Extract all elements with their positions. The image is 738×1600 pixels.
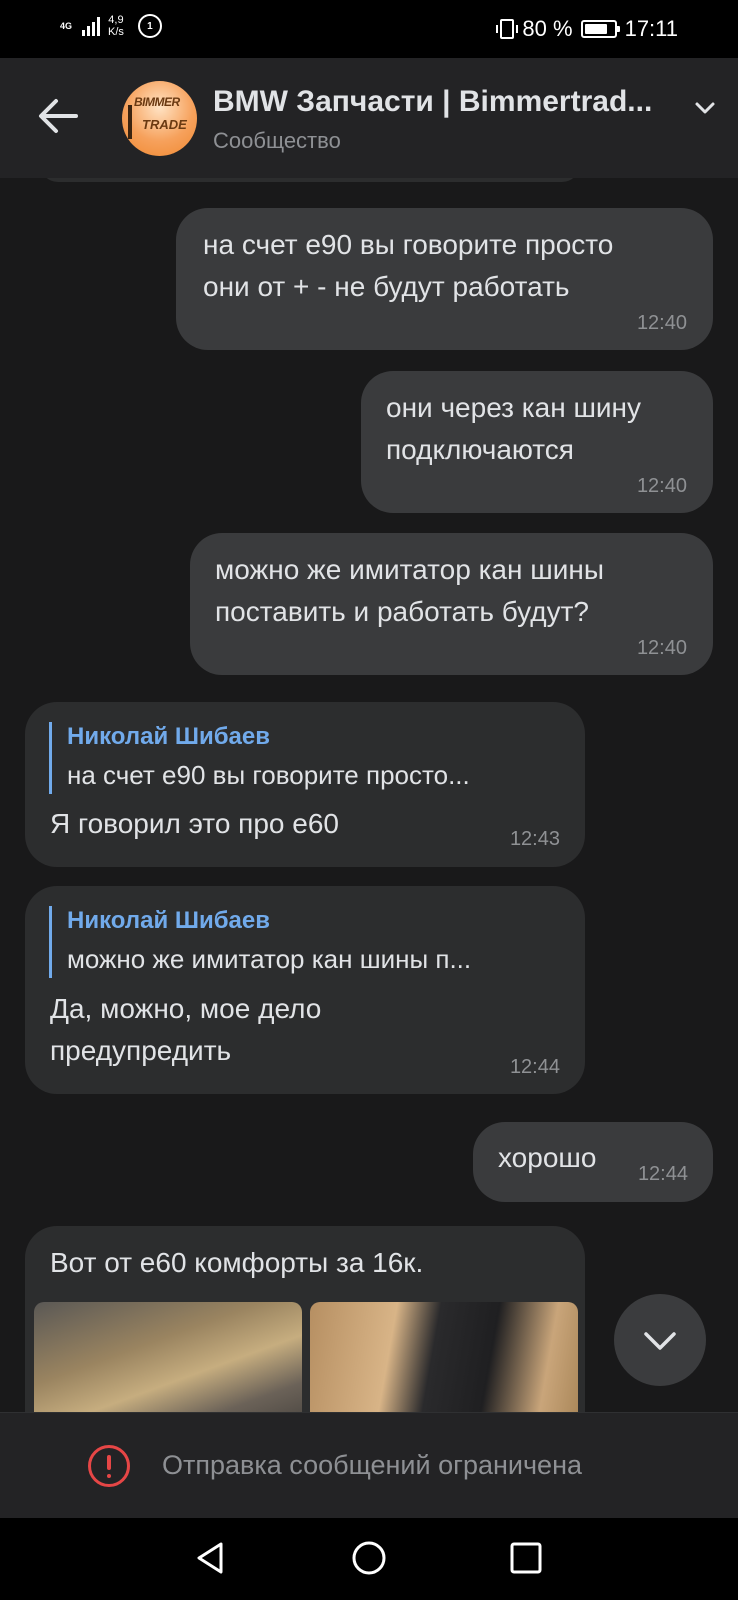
outgoing-message[interactable]: они через кан шину подключаются 12:40	[361, 371, 713, 513]
scroll-down-button[interactable]	[614, 1294, 706, 1386]
chevron-down-icon[interactable]	[693, 98, 717, 118]
network-speed: 4,9 K/s	[108, 14, 124, 38]
message-line: подключаются	[386, 434, 574, 465]
reply-text: можно же имитатор кан шины п...	[67, 944, 472, 974]
palm-tree-icon	[128, 105, 132, 139]
message-text: можно же имитатор кан шины поставить и р…	[215, 549, 604, 633]
message-line: поставить и работать будут?	[215, 596, 589, 627]
message-time: 12:40	[636, 637, 687, 659]
message-line: хорошо	[498, 1142, 597, 1173]
vibrate-icon	[496, 19, 519, 39]
message-text: Я говорил это про е60	[50, 803, 339, 845]
battery-percent: 80 %	[522, 16, 573, 41]
signal-icon	[82, 16, 100, 36]
avatar-logo-bottom: TRADE	[142, 117, 187, 132]
notification-badge-icon: 1	[137, 14, 162, 38]
network-type: 4G	[60, 20, 73, 31]
message-text: на счет е90 вы говорите просто они от + …	[203, 224, 613, 308]
clock: 17:11	[624, 16, 678, 41]
chat-header: BIMMER TRADE BMW Запчасти | Bimmertrad..…	[0, 58, 738, 178]
messaging-restricted-bar: Отправка сообщений ограничена	[0, 1412, 738, 1518]
arrow-left-icon[interactable]	[36, 96, 80, 136]
chat-title[interactable]: BMW Запчасти | Bimmertrad...	[213, 85, 673, 119]
triangle-back-icon[interactable]	[191, 1538, 231, 1578]
outgoing-message[interactable]: на счет е90 вы говорите просто они от + …	[176, 208, 713, 350]
message-time: 12:44	[637, 1163, 688, 1185]
reply-author: Николай Шибаев	[67, 723, 271, 750]
message-time: 12:44	[509, 1056, 560, 1078]
message-line: Вот от е60 комфорты за 16к.	[50, 1247, 424, 1278]
message-text: хорошо	[498, 1137, 596, 1179]
message-line: предупредить	[50, 1035, 232, 1066]
message-time: 12:43	[509, 828, 560, 850]
incoming-message[interactable]: Николай Шибаев на счет е90 вы говорите п…	[25, 702, 585, 867]
message-text: они через кан шину подключаются	[386, 387, 641, 471]
photo-attachment[interactable]	[310, 1302, 578, 1412]
status-left: 4G 4,9 K/s 1	[60, 14, 162, 38]
battery-icon	[580, 20, 620, 38]
exclamation-circle-icon	[88, 1445, 130, 1487]
reply-author: Николай Шибаев	[67, 907, 271, 934]
photo-attachment[interactable]	[34, 1302, 302, 1412]
square-recents-icon[interactable]	[506, 1538, 546, 1578]
message-text: Да, можно, мое дело предупредить	[50, 988, 321, 1072]
message-line: можно же имитатор кан шины	[215, 554, 604, 585]
circle-home-icon[interactable]	[349, 1538, 389, 1578]
incoming-message[interactable]: Вот от е60 комфорты за 16к.	[25, 1226, 585, 1412]
avatar-logo-top: BIMMER	[134, 95, 180, 109]
message-line: Я говорил это про е60	[50, 808, 339, 839]
system-nav-bar	[0, 1518, 738, 1600]
outgoing-message[interactable]: хорошо 12:44	[473, 1122, 713, 1202]
speed-unit: K/s	[108, 26, 124, 38]
message-line: они от + - не будут работать	[203, 271, 570, 302]
status-bar: 4G 4,9 K/s 1 80 % 17:11	[0, 0, 738, 58]
reply-text: на счет е90 вы говорите просто...	[67, 760, 470, 790]
reply-quote[interactable]: Николай Шибаев на счет е90 вы говорите п…	[49, 722, 470, 794]
message-line: они через кан шину	[386, 392, 642, 423]
restricted-text: Отправка сообщений ограничена	[162, 1450, 582, 1480]
outgoing-message[interactable]: можно же имитатор кан шины поставить и р…	[190, 533, 713, 675]
message-line: на счет е90 вы говорите просто	[203, 229, 614, 260]
message-text: Вот от е60 комфорты за 16к.	[50, 1242, 423, 1284]
message-time: 12:40	[636, 475, 687, 497]
speed-value: 4,9	[108, 14, 124, 26]
message-list[interactable]: на счет е90 вы говорите просто они от + …	[0, 178, 738, 1412]
chevron-down-icon	[644, 1332, 676, 1350]
previous-message-bubble	[40, 178, 580, 182]
incoming-message[interactable]: Николай Шибаев можно же имитатор кан шин…	[25, 886, 585, 1094]
chat-subtitle: Сообщество	[213, 128, 341, 153]
message-line: Да, можно, мое дело	[50, 993, 322, 1024]
community-avatar[interactable]: BIMMER TRADE	[122, 81, 197, 156]
status-right: 80 % 17:11	[496, 16, 678, 42]
message-time: 12:40	[636, 312, 687, 334]
reply-quote[interactable]: Николай Шибаев можно же имитатор кан шин…	[49, 906, 471, 978]
